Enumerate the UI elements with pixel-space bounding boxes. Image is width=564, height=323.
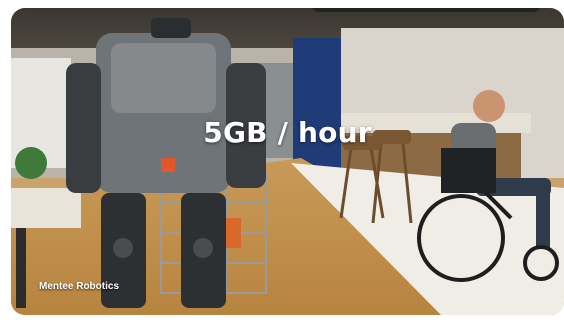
- video-card[interactable]: 5GB / hour Mentee Robotics: [11, 8, 564, 315]
- top-text-fragment: [311, 8, 541, 12]
- video-caption: 5GB / hour: [203, 116, 372, 149]
- video-frame: [11, 8, 564, 315]
- channel-watermark: Mentee Robotics: [39, 281, 120, 292]
